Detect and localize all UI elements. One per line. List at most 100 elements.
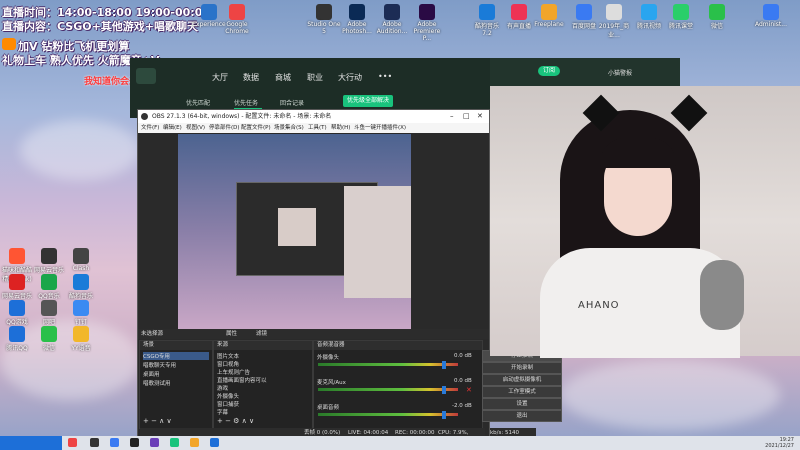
desktop-icon[interactable]: 腾讯课堂 — [664, 4, 698, 30]
source-toolbar: 未选择源 属性 滤镜 — [138, 329, 489, 339]
menu-file[interactable]: 文件(F) — [141, 123, 159, 133]
taskbar-app-icon[interactable] — [170, 438, 179, 447]
tab-round-records[interactable]: 回合记录 — [280, 98, 304, 107]
desktop-icon-label: 网易云音乐 — [33, 267, 64, 274]
mixer-volume-slider[interactable] — [442, 361, 446, 369]
tab-priority-task[interactable]: 优先任务 — [234, 98, 258, 107]
desktop-icon[interactable]: 酷狗音乐 — [64, 274, 98, 300]
menu-docks[interactable]: 停靠部件(D) — [209, 123, 240, 133]
desktop-icon-label: Freeplane — [534, 21, 564, 28]
desktop-icon[interactable]: QQ音乐 — [32, 274, 66, 300]
scene-item[interactable]: 唱歌测试用 — [143, 379, 171, 387]
properties-button[interactable]: 属性 — [226, 329, 237, 339]
app-icon — [41, 274, 57, 290]
minimize-icon[interactable]: – — [450, 110, 454, 123]
desktop-icon[interactable]: Adobe Audition... — [375, 4, 409, 35]
menu-edit[interactable]: 编辑(E) — [163, 123, 182, 133]
sources-panel: 来源 图片文本 窗口视角 上车规则广告 直播画面窗内容可以 游戏 外摄像头 窗口… — [213, 340, 313, 429]
desktop-icon[interactable]: 2019年_商业... — [597, 4, 631, 39]
nav-data[interactable]: 数据 — [243, 72, 259, 83]
desktop-icon[interactable]: Administ... — [754, 4, 788, 28]
speaker-muted-icon[interactable]: ✕ — [466, 386, 474, 394]
menu-scene-collection[interactable]: 场景集合(S) — [274, 123, 304, 133]
desktop-icon[interactable]: Studio One 5 — [307, 4, 341, 35]
scene-add-remove-buttons[interactable]: + − ∧ ∨ — [143, 417, 172, 425]
maximize-icon[interactable]: □ — [463, 110, 470, 123]
desktop-icon[interactable]: 腾讯QQ — [0, 326, 34, 352]
taskbar-search-box[interactable] — [0, 436, 62, 450]
taskbar-app-icon[interactable] — [90, 438, 99, 447]
mixer-volume-slider[interactable] — [442, 386, 446, 394]
app-icon — [384, 4, 400, 20]
source-item[interactable]: 直播画面窗内容可以 — [217, 376, 267, 384]
menu-profile[interactable]: 配置文件(P) — [241, 123, 271, 133]
desktop-icon[interactable]: 微信 — [700, 4, 734, 30]
desktop-icon[interactable]: 有声直播 — [502, 4, 536, 30]
taskbar-app-icon[interactable] — [210, 438, 219, 447]
source-item[interactable]: 字幕 — [217, 408, 228, 416]
start-virtual-camera-button[interactable]: 启动虚拟摄像机 — [482, 374, 562, 386]
desktop-icon[interactable]: 百度网盘 — [567, 4, 601, 30]
desktop-icon[interactable]: Clash — [64, 248, 98, 272]
no-source-label: 未选择源 — [141, 331, 164, 337]
desktop-icon[interactable]: 网易云音乐 — [32, 248, 66, 274]
desktop-icon[interactable]: 微信 — [32, 326, 66, 352]
nav-shop[interactable]: 商城 — [275, 72, 291, 83]
tab-priority-match[interactable]: 优先匹配 — [186, 98, 210, 107]
desktop-icon[interactable]: Freeplane — [532, 4, 566, 28]
scene-item[interactable]: 唱歌聊天专用 — [143, 361, 176, 369]
app-icon — [541, 4, 557, 20]
scene-item[interactable]: CSGO专用 — [143, 352, 209, 360]
preview-webcam-source — [344, 186, 411, 298]
nav-more[interactable]: ••• — [378, 72, 392, 81]
obs-preview[interactable] — [178, 134, 411, 329]
nav-lobby[interactable]: 大厅 — [212, 72, 228, 83]
menu-view[interactable]: 视图(V) — [186, 123, 205, 133]
studio-mode-button[interactable]: 工作室模式 — [482, 386, 562, 398]
priority-pill-button[interactable]: 优先级全部解决 — [343, 95, 393, 107]
desktop-icon[interactable]: 腾讯视频 — [632, 4, 666, 30]
desktop-icon[interactable]: Adobe Photosh... — [340, 4, 374, 35]
start-recording-button[interactable]: 开始录制 — [482, 362, 562, 374]
menu-tools[interactable]: 工具(T) — [308, 123, 327, 133]
source-item[interactable]: 窗口视角 — [217, 360, 239, 368]
taskbar-app-icon[interactable] — [110, 438, 119, 447]
desktop-icon[interactable]: QQ游戏 — [0, 300, 34, 326]
source-item[interactable]: 上车规则广告 — [217, 368, 250, 376]
nav-career[interactable]: 职业 — [307, 72, 323, 83]
filters-button[interactable]: 滤镜 — [256, 329, 267, 339]
subscribe-button[interactable]: 订阅 — [538, 66, 560, 76]
source-item[interactable]: 外摄像头 — [217, 392, 239, 400]
app-logo-icon — [136, 68, 156, 84]
obs-titlebar: OBS 27.1.3 (64-bit, windows) - 配置文件: 未命名… — [138, 110, 489, 123]
desktop-icon[interactable]: 网易云音乐 — [0, 274, 34, 300]
app-icon — [41, 300, 57, 316]
desktop-icon[interactable]: 钉钉 — [64, 300, 98, 326]
menu-douyu-plugin[interactable]: 斗鱼一键开播插件(X) — [354, 123, 406, 133]
desktop-icon[interactable]: 网吧 — [32, 300, 66, 326]
scene-item[interactable]: 桌面用 — [143, 370, 160, 378]
obs-window: OBS 27.1.3 (64-bit, windows) - 配置文件: 未命名… — [137, 109, 490, 441]
source-item[interactable]: 游戏 — [217, 384, 228, 392]
source-item[interactable]: 图片文本 — [217, 352, 239, 360]
mixer-volume-slider[interactable] — [442, 411, 446, 419]
settings-button[interactable]: 设置 — [482, 398, 562, 410]
menu-help[interactable]: 帮助(H) — [331, 123, 350, 133]
taskbar-app-icon[interactable] — [150, 438, 159, 447]
taskbar-clock[interactable]: 19:27 2021/12/27 — [765, 437, 794, 449]
desktop-icon-label: 百度网盘 — [571, 23, 596, 30]
taskbar-app-icon[interactable] — [190, 438, 199, 447]
desktop-icon-label: 腾讯视频 — [636, 23, 661, 30]
exit-button[interactable]: 退出 — [482, 410, 562, 422]
nav-operation[interactable]: 大行动 — [338, 72, 362, 83]
source-item[interactable]: 窗口捕获 — [217, 400, 239, 408]
desktop-icon[interactable]: Google Chrome — [220, 4, 254, 35]
desktop-icon[interactable]: 酷狗音乐 7.2 — [470, 4, 504, 37]
desktop-icon[interactable]: YY语音 — [64, 326, 98, 352]
close-icon[interactable]: ✕ — [477, 110, 483, 123]
chrome-taskbar-icon[interactable] — [68, 438, 77, 447]
source-add-remove-buttons[interactable]: + − ⚙ ∧ ∨ — [217, 417, 254, 425]
taskbar: 19:27 2021/12/27 — [0, 436, 800, 450]
obs-taskbar-icon[interactable] — [130, 438, 139, 447]
desktop-icon[interactable]: Adobe Premiere P... — [410, 4, 444, 42]
